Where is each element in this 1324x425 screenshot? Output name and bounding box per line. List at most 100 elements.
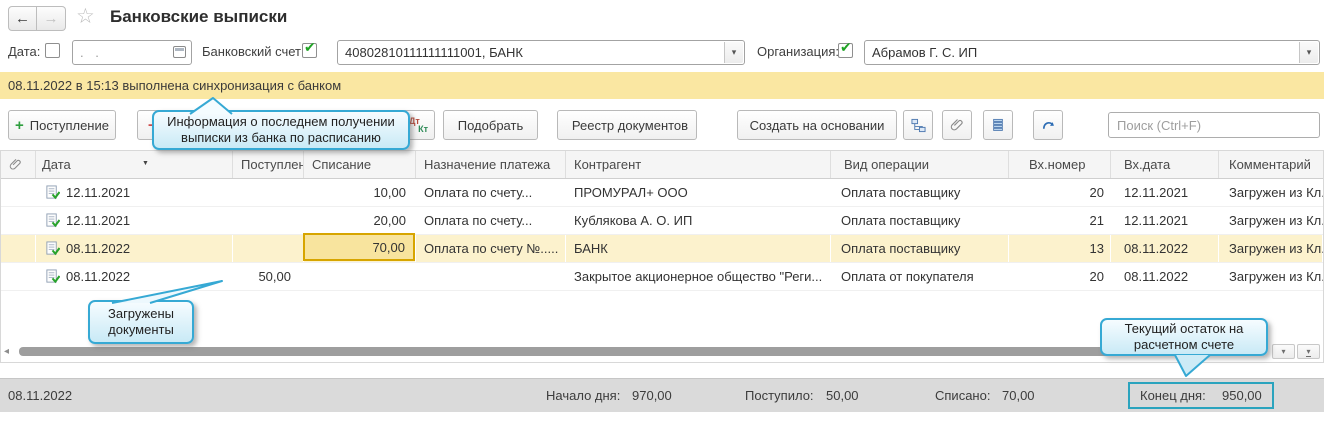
scroll-to-end-button[interactable]: ▾ [1297,344,1320,359]
indate-cell[interactable]: 08.11.2022 [1111,235,1219,262]
pick-button[interactable]: Подобрать [443,110,538,140]
totals-date: 08.11.2022 [8,388,73,403]
scrollbar-thumb[interactable] [19,347,1254,356]
calendar-icon[interactable] [173,46,186,58]
create-based-button-label: Создать на основании [749,117,885,133]
date-filter-value: . . [80,45,103,60]
out-amount-cell[interactable]: 20,00 [304,207,416,234]
innum-cell[interactable]: 13 [1009,235,1111,262]
chevron-down-to-line-icon: ▾ [1306,346,1311,357]
org-filter-checkbox[interactable] [838,39,853,58]
in-amount-cell[interactable] [233,179,304,206]
purpose-cell[interactable]: Оплата по счету... [416,179,566,206]
search-input[interactable] [1108,112,1320,138]
go-to-button[interactable] [1033,110,1063,140]
date-filter-checkbox[interactable] [45,43,60,58]
in-amount-cell[interactable]: 50,00 [233,263,304,290]
comment-cell[interactable]: Загружен из Кл. [1219,207,1323,234]
pick-button-label: Подобрать [457,117,524,133]
comment-cell[interactable]: Загружен из Кл. [1219,179,1323,206]
account-filter-combo[interactable]: 40802810111111111001, БАНК ▾ [337,40,745,65]
optype-cell[interactable]: Оплата поставщику [831,179,1009,206]
out-amount-cell[interactable] [304,263,416,290]
attachments-button[interactable] [942,110,972,140]
date-filter-label: Дата: [8,44,41,59]
bank-statements-window: ← → ☆ Банковские выписки Дата: . . Банко… [0,0,1324,425]
table-row[interactable]: 08.11.2022 50,00 Закрытое акционерное об… [1,263,1323,291]
out-amount-cell[interactable]: 10,00 [304,179,416,206]
table-body: 12.11.2021 10,00 Оплата по счету... ПРОМ… [1,179,1323,291]
favorite-star-icon[interactable]: ☆ [76,4,95,29]
written-off-label: Списано: [935,388,991,403]
date-cell[interactable]: 08.11.2022 [36,235,233,262]
indate-cell[interactable]: 08.11.2022 [1111,263,1219,290]
chevron-down-icon[interactable]: ▾ [1299,42,1318,63]
date-cell[interactable]: 12.11.2021 [36,179,233,206]
column-header-in[interactable]: Поступление [233,151,304,178]
registers-button[interactable] [983,110,1013,140]
scroll-down-button[interactable]: ▾ [1272,344,1295,359]
contragent-cell[interactable]: Кублякова А. О. ИП [566,207,831,234]
create-based-button[interactable]: Создать на основании [737,110,897,140]
attachment-cell [1,207,36,234]
table-row[interactable]: 12.11.2021 20,00 Оплата по счету... Кубл… [1,207,1323,235]
indate-cell[interactable]: 12.11.2021 [1111,207,1219,234]
optype-cell[interactable]: Оплата поставщику [831,207,1009,234]
registry-button[interactable]: Реестр документов [557,110,697,140]
selected-cell[interactable]: 70,00 [303,233,415,261]
back-button[interactable]: ← [8,6,37,31]
received-value: 50,00 [826,388,859,403]
date-cell[interactable]: 08.11.2022 [36,263,233,290]
indate-cell[interactable]: 12.11.2021 [1111,179,1219,206]
sync-notice-bar[interactable]: 08.11.2022 в 15:13 выполнена синхронизац… [0,72,1324,99]
column-header-date[interactable]: Дата ▼ [36,151,233,178]
purpose-cell[interactable] [416,263,566,290]
column-header-optype[interactable]: Вид операции [831,151,1009,178]
sync-notice-text: 08.11.2022 в 15:13 выполнена синхронизац… [8,78,342,93]
hierarchy-icon [910,118,926,132]
purpose-cell[interactable]: Оплата по счету №..... [416,235,566,262]
purpose-cell[interactable]: Оплата по счету... [416,207,566,234]
attachment-column-header[interactable] [1,151,36,178]
comment-cell[interactable]: Загружен из Кл. [1219,235,1323,262]
received-label: Поступило: [745,388,814,403]
column-header-out[interactable]: Списание [304,151,416,178]
org-filter-value: Абрамов Г. С. ИП [872,45,978,60]
column-header-contragent[interactable]: Контрагент [566,151,831,178]
account-filter-checkbox[interactable] [302,39,317,58]
table-row[interactable]: 12.11.2021 10,00 Оплата по счету... ПРОМ… [1,179,1323,207]
forward-button[interactable]: → [37,6,66,31]
column-header-indate[interactable]: Вх.дата [1111,151,1219,178]
chevron-down-icon[interactable]: ▾ [724,42,743,63]
document-posted-icon [46,213,60,228]
column-header-comment[interactable]: Комментарий [1219,151,1323,178]
document-posted-icon [46,185,60,200]
comment-cell[interactable]: Загружен из Кл. [1219,263,1323,290]
column-header-innum[interactable]: Вх.номер [1009,151,1111,178]
structure-button[interactable] [903,110,933,140]
written-off-value: 70,00 [1002,388,1035,403]
date-cell[interactable]: 12.11.2021 [36,207,233,234]
column-header-purpose[interactable]: Назначение платежа [416,151,566,178]
table-row[interactable]: 08.11.2022 70,00 Оплата по счету №..... … [1,235,1323,263]
in-amount-cell[interactable] [233,235,304,262]
in-amount-cell[interactable] [233,207,304,234]
optype-cell[interactable]: Оплата от покупателя [831,263,1009,290]
date-filter-input[interactable]: . . [72,40,192,65]
contragent-cell[interactable]: Закрытое акционерное общество "Реги... [566,263,831,290]
attachment-cell [1,179,36,206]
optype-cell[interactable]: Оплата поставщику [831,235,1009,262]
contragent-cell[interactable]: ПРОМУРАЛ+ ООО [566,179,831,206]
sort-desc-icon: ▼ [142,160,149,167]
innum-cell[interactable]: 20 [1009,263,1111,290]
org-filter-combo[interactable]: Абрамов Г. С. ИП ▾ [864,40,1320,65]
innum-cell[interactable]: 21 [1009,207,1111,234]
current-balance-tooltip: Текущий остаток на расчетном счете [1100,318,1268,356]
account-filter-label: Банковский счет: [202,44,305,59]
scroll-left-icon[interactable]: ◂ [4,347,9,357]
registry-button-label: Реестр документов [571,117,689,133]
receipt-button[interactable]: + Поступление [8,110,116,140]
loaded-docs-tooltip: Загружены документы [88,300,194,344]
contragent-cell[interactable]: БАНК [566,235,831,262]
innum-cell[interactable]: 20 [1009,179,1111,206]
